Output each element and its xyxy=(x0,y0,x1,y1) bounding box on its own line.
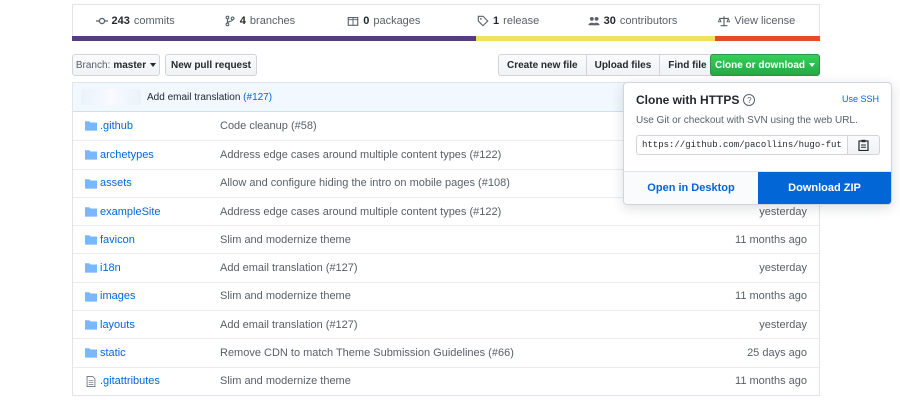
language-segment[interactable] xyxy=(72,36,476,41)
license-label: View license xyxy=(734,14,796,27)
file-name-link[interactable]: .gitattributes xyxy=(100,375,160,387)
branch-select-button[interactable]: Branch: master xyxy=(72,54,160,76)
file-commit-message[interactable]: Slim and modernize theme xyxy=(220,375,351,387)
use-ssh-link[interactable]: Use SSH xyxy=(842,94,879,104)
language-segment[interactable] xyxy=(475,36,716,41)
commits-count: 243 xyxy=(111,14,130,27)
file-commit-message[interactable]: Address edge cases around multiple conte… xyxy=(220,149,501,161)
folder-icon xyxy=(85,150,97,160)
file-row: i18n Add email translation (#127) yesterda… xyxy=(73,253,819,281)
clone-popup-title: Clone with HTTPS ? xyxy=(636,93,756,107)
file-name-link[interactable]: layouts xyxy=(100,319,135,331)
branch-prefix: Branch: xyxy=(75,59,111,71)
file-commit-age: yesterday xyxy=(759,262,807,275)
latest-commit-message[interactable]: Add email translation (#127) xyxy=(147,92,272,103)
branches-link[interactable]: 4 branches xyxy=(197,15,321,27)
copy-to-clipboard-button[interactable] xyxy=(848,135,880,155)
file-commit-message[interactable]: Address edge cases around multiple conte… xyxy=(220,206,501,218)
latest-commit-pr-link[interactable]: (#127) xyxy=(243,92,272,103)
commits-label: commits xyxy=(133,14,175,27)
file-icon xyxy=(86,375,96,387)
packages-count: 0 xyxy=(363,14,370,27)
folder-icon xyxy=(85,348,97,359)
branches-count: 4 xyxy=(239,14,246,27)
file-commit-message[interactable]: Code cleanup (#58) xyxy=(220,120,317,132)
repo-summary-bar: 243 commits 4 branches 0 packages 1 rele… xyxy=(72,4,820,36)
file-commit-message[interactable]: Remove CDN to match Theme Submission Gui… xyxy=(220,347,514,359)
branch-name: master xyxy=(113,59,147,71)
file-name-link[interactable]: static xyxy=(100,347,126,359)
commits-link[interactable]: 243 commits xyxy=(73,15,197,27)
contributors-label: contributors xyxy=(619,14,678,27)
releases-link[interactable]: 1 release xyxy=(446,15,570,27)
file-commit-message[interactable]: Add email translation (#127) xyxy=(220,262,358,274)
clone-popup-description: Use Git or checkout with SVN using the w… xyxy=(636,115,858,126)
author-avatar[interactable] xyxy=(81,89,141,105)
branch-icon xyxy=(225,15,235,26)
folder-icon xyxy=(85,235,97,245)
file-row: images Slim and modernize theme 11 months … xyxy=(73,281,819,310)
contributors-count: 30 xyxy=(603,14,616,27)
file-commit-age: 11 months ago xyxy=(735,375,807,388)
clipboard-icon xyxy=(858,139,869,151)
clone-or-download-button[interactable]: Clone or download xyxy=(710,54,820,76)
folder-icon xyxy=(85,207,97,217)
dropdown-caret-icon xyxy=(150,63,157,67)
license-link[interactable]: View license xyxy=(695,15,819,27)
law-icon xyxy=(718,15,731,26)
packages-link[interactable]: 0 packages xyxy=(322,15,446,27)
file-commit-age: yesterday xyxy=(759,318,807,331)
folder-icon xyxy=(85,291,97,302)
contributors-link[interactable]: 30 contributors xyxy=(570,15,694,27)
download-zip-button[interactable]: Download ZIP xyxy=(758,172,891,204)
package-icon xyxy=(347,16,359,26)
file-commit-age: 11 months ago xyxy=(735,233,807,246)
file-name-link[interactable]: favicon xyxy=(100,234,135,246)
new-pull-request-button[interactable]: New pull request xyxy=(165,54,257,76)
upload-files-button[interactable]: Upload files xyxy=(586,54,661,76)
folder-icon xyxy=(85,178,97,189)
file-commit-message[interactable]: Slim and modernize theme xyxy=(220,290,351,302)
file-name-link[interactable]: archetypes xyxy=(100,149,154,161)
releases-label: release xyxy=(503,14,540,27)
file-commit-age: 11 months ago xyxy=(735,290,807,303)
file-row: favicon Slim and modernize theme 11 months… xyxy=(73,225,819,253)
file-name-link[interactable]: exampleSite xyxy=(100,206,161,218)
clone-url-input[interactable]: https://github.com/pacollins/hugo-fut xyxy=(636,135,848,155)
file-commit-age: yesterday xyxy=(759,205,807,218)
file-commit-age: 25 days ago xyxy=(747,347,807,360)
clone-popup: Clone with HTTPS ? Use SSH Use Git or ch… xyxy=(623,82,892,205)
file-actions-group: Create new file Upload files Find file xyxy=(498,54,716,76)
branches-label: branches xyxy=(249,14,296,27)
file-row: .gitattributes Slim and modernize theme 11… xyxy=(73,366,819,395)
language-segment[interactable] xyxy=(715,36,820,41)
file-name-link[interactable]: assets xyxy=(100,177,132,189)
people-icon xyxy=(588,16,600,25)
releases-count: 1 xyxy=(493,14,500,27)
file-name-link[interactable]: i18n xyxy=(100,262,121,274)
language-bar[interactable] xyxy=(72,36,820,41)
create-new-file-button[interactable]: Create new file xyxy=(498,54,587,76)
file-row: layouts Add email translation (#127) yeste… xyxy=(73,310,819,338)
packages-label: packages xyxy=(373,14,421,27)
clone-or-download-label: Clone or download xyxy=(715,59,805,71)
file-commit-message[interactable]: Add email translation (#127) xyxy=(220,319,358,331)
help-icon[interactable]: ? xyxy=(743,94,756,106)
file-name-link[interactable]: images xyxy=(100,290,135,302)
find-file-button[interactable]: Find file xyxy=(660,54,716,76)
open-in-desktop-button[interactable]: Open in Desktop xyxy=(624,172,758,204)
dropdown-caret-icon xyxy=(809,63,815,67)
folder-icon xyxy=(85,263,97,274)
folder-icon xyxy=(85,121,97,131)
commit-icon xyxy=(95,17,108,24)
folder-icon xyxy=(85,320,97,330)
tag-icon xyxy=(477,15,489,27)
file-commit-message[interactable]: Slim and modernize theme xyxy=(220,234,351,246)
clone-popup-footer: Open in Desktop Download ZIP xyxy=(624,171,891,204)
latest-commit-text: Add email translation xyxy=(147,91,241,103)
file-row: static Remove CDN to match Theme Submissi… xyxy=(73,338,819,366)
file-name-link[interactable]: .github xyxy=(100,120,133,132)
clone-popup-title-text: Clone with HTTPS xyxy=(636,93,740,107)
file-commit-message[interactable]: Allow and configure hiding the intro on … xyxy=(220,177,510,189)
